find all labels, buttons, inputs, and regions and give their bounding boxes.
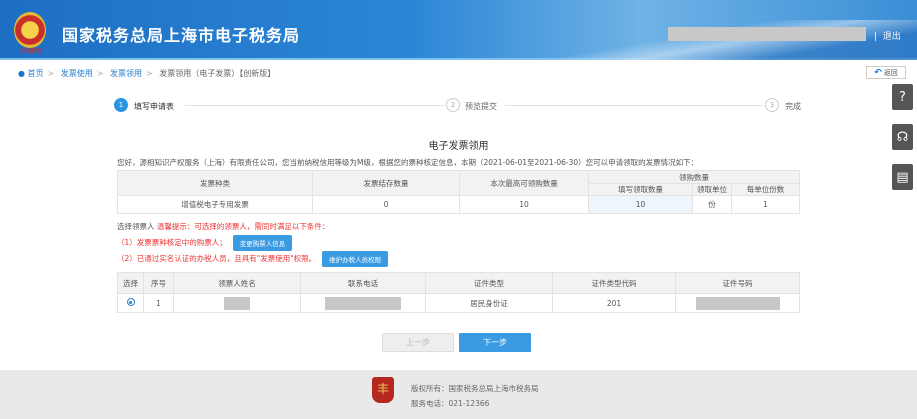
select-receiver-line: 选择领票人 温馨提示：可选择的领票人，需同时满足以下条件： bbox=[117, 221, 329, 232]
maintain-permissions-button[interactable]: 维护办税人员权限 bbox=[322, 251, 389, 267]
breadcrumb-current: 发票领用（电子发票）【创新版】 bbox=[159, 69, 276, 78]
step-line bbox=[505, 105, 763, 106]
step-3-circle: 3 bbox=[765, 98, 779, 112]
quantity-input[interactable]: 10 bbox=[588, 195, 693, 214]
step-line bbox=[185, 105, 445, 106]
invoice-table: 发票种类 发票结存数量 本次最高可领购数量 领购数量 填写领取数量 领取单位 每单位份数 … bbox=[117, 170, 800, 214]
condition-2: （2）已通过实名认证的办税人员，且具有"发票使用"权限。 维护办税人员权限 bbox=[117, 251, 389, 267]
logout-label[interactable]: 退出 bbox=[883, 32, 901, 42]
back-label: 返回 bbox=[883, 68, 898, 77]
name-redacted bbox=[224, 296, 250, 310]
col-header: 每单位份数 bbox=[731, 183, 800, 196]
cell: 1 bbox=[731, 195, 800, 214]
prev-step-button[interactable]: 上一步 bbox=[382, 333, 454, 352]
col-header: 填写领取数量 bbox=[588, 183, 693, 196]
col-header: 本次最高可领购数量 bbox=[459, 170, 589, 196]
col-header: 发票结存数量 bbox=[312, 170, 460, 196]
cell: 份 bbox=[692, 195, 732, 214]
book-icon: ▤ bbox=[896, 169, 909, 185]
col-header: 证件类型代码 bbox=[552, 272, 676, 294]
cell: 10 bbox=[459, 195, 589, 214]
select-radio[interactable] bbox=[126, 298, 135, 306]
cell: 增值税电子专用发票 bbox=[117, 195, 313, 214]
table-row[interactable]: 1 居民身份证 201 bbox=[117, 293, 800, 313]
breadcrumb-invoice-receive[interactable]: 发票领用 bbox=[110, 69, 142, 78]
col-header: 选择 bbox=[117, 272, 144, 294]
logo-text: 中国税务 bbox=[18, 48, 43, 55]
next-step-button[interactable]: 下一步 bbox=[459, 333, 531, 352]
page-title: 电子发票领用 bbox=[428, 141, 489, 152]
table-row: 增值税电子专用发票 0 10 10 份 1 bbox=[117, 195, 800, 214]
tip-text: 温馨提示：可选择的领票人，需同时满足以下条件： bbox=[156, 222, 330, 231]
copyright: 版权所有：国家税务总局上海市税务局 bbox=[411, 384, 539, 393]
step-2-label: 预览提交 bbox=[465, 102, 497, 111]
user-info-redacted bbox=[668, 27, 866, 41]
receiver-table: 选择 序号 领票人姓名 联系电话 证件类型 证件类型代码 证件号码 1 居民身份证 201 bbox=[117, 272, 800, 313]
step-1-label: 填写申请表 bbox=[134, 102, 174, 111]
col-header: 证件类型 bbox=[425, 272, 553, 294]
condition-2-text: （2）已通过实名认证的办税人员，且具有"发票使用"权限。 bbox=[117, 254, 317, 263]
separator: > bbox=[47, 69, 55, 78]
phone-redacted bbox=[325, 296, 401, 310]
site-title: 国家税务总局上海市电子税务局 bbox=[62, 26, 301, 45]
condition-1-text: （1）发票票种核定中的购票人； bbox=[117, 238, 227, 247]
col-header: 序号 bbox=[143, 272, 174, 294]
breadcrumb-invoice-use[interactable]: 发票使用 bbox=[61, 69, 93, 78]
intro-text: 您好，源相知识产权服务（上海）有限责任公司，您当前纳税信用等级为M级，根据您的票… bbox=[117, 158, 699, 167]
col-header: 联系电话 bbox=[300, 272, 426, 294]
back-button[interactable]: ↶ 返回 bbox=[866, 66, 906, 79]
separator: > bbox=[96, 69, 104, 78]
footer-text: 版权所有：国家税务总局上海市税务局 服务电话：021-12366 bbox=[411, 381, 539, 411]
breadcrumb: ● 首页 > 发票使用 > 发票领用 > 发票领用（电子发票）【创新版】 bbox=[18, 68, 275, 79]
separator: | bbox=[874, 32, 878, 42]
col-header: 领取单位 bbox=[692, 183, 732, 196]
cell: 0 bbox=[312, 195, 460, 214]
id-number-redacted bbox=[695, 296, 780, 310]
logout-link[interactable]: | 退出 bbox=[874, 29, 901, 42]
separator: > bbox=[146, 69, 153, 78]
help-button[interactable]: ? bbox=[892, 84, 913, 110]
tax-emblem-icon: 丰 bbox=[372, 377, 394, 403]
change-buyer-button[interactable]: 变更购票人信息 bbox=[232, 235, 293, 251]
cell: 201 bbox=[552, 293, 676, 313]
manual-button[interactable]: ▤ bbox=[892, 164, 913, 190]
col-header: 发票种类 bbox=[117, 170, 313, 196]
select-label: 选择领票人 bbox=[117, 222, 155, 231]
step-1-circle: 1 bbox=[114, 98, 128, 112]
tax-logo bbox=[14, 12, 46, 48]
return-icon: ↶ bbox=[874, 67, 882, 78]
question-icon: ? bbox=[899, 89, 906, 105]
location-icon: ● bbox=[18, 69, 25, 78]
step-2-circle: 2 bbox=[446, 98, 460, 112]
cell: 1 bbox=[143, 293, 174, 313]
cell: 居民身份证 bbox=[425, 293, 553, 313]
breadcrumb-home[interactable]: 首页 bbox=[28, 69, 44, 78]
col-header: 领票人姓名 bbox=[173, 272, 301, 294]
col-header: 证件号码 bbox=[675, 272, 800, 294]
condition-1: （1）发票票种核定中的购票人； 变更购票人信息 bbox=[117, 235, 293, 251]
service-phone: 服务电话：021-12366 bbox=[411, 399, 490, 408]
col-header: 领购数量 bbox=[588, 170, 800, 184]
step-3-label: 完成 bbox=[785, 102, 801, 111]
